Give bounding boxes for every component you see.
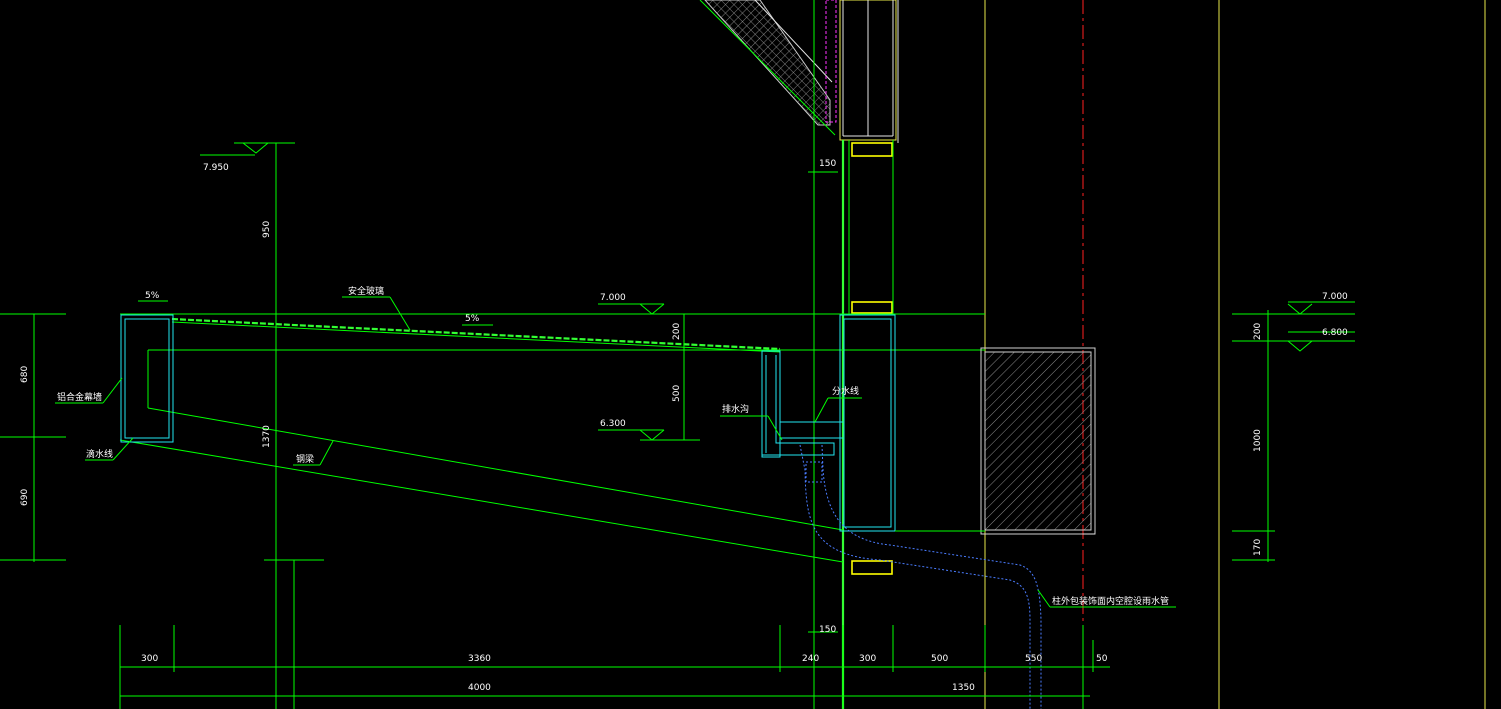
cad-section-drawing: 7.950 7.000 6.300 7.000 6.800 5% 5% 安全玻璃… [0,0,1486,709]
dim-690: 690 [20,489,30,506]
dim-500-b: 500 [931,654,948,664]
elevation-6300-label: 6.300 [600,419,626,429]
slope-label-center: 5% [465,314,480,324]
dim-4000: 4000 [468,683,491,693]
dim-680: 680 [20,366,30,383]
dim-240: 240 [802,654,819,664]
dim-550: 550 [1025,654,1042,664]
dim-1000-right: 1000 [1253,429,1263,452]
dim-200-right: 200 [1253,323,1263,340]
elevation-7000-right-label: 7.000 [1322,292,1348,302]
upper-wall [825,0,899,575]
dim-300-b: 300 [859,654,876,664]
roof-diagonal-hatch [699,0,836,136]
dim-500: 500 [672,385,682,402]
left-dimensions [0,142,700,709]
divide-water-line-label: 分水线 [832,385,859,397]
drain-gutter-label: 排水沟 [722,403,749,415]
drip-line-label: 滴水线 [86,448,113,460]
dim-150-bottom: 150 [819,625,836,635]
elevation-7950-label: 7.950 [203,163,229,173]
safety-glass-label: 安全玻璃 [348,285,384,297]
text-labels: 7.950 7.000 6.300 7.000 6.800 5% 5% 安全玻璃… [57,163,1348,607]
slope-label-left: 5% [145,291,160,301]
dim-1370: 1370 [262,425,272,448]
downpipe-note-label: 柱外包装饰面内空腔设雨水管 [1052,595,1169,607]
dim-170-right: 170 [1253,539,1263,556]
dim-300-a: 300 [141,654,158,664]
dim-150-top: 150 [819,159,836,169]
dim-1350: 1350 [952,683,975,693]
dim-950: 950 [262,221,272,238]
curtain-wall-label: 铝合金幕墙 [57,391,102,403]
dim-3360: 3360 [468,654,491,664]
elevation-6800-label: 6.800 [1322,328,1348,338]
steel-beam-label: 钢梁 [296,453,314,465]
dim-200: 200 [672,323,682,340]
dim-50: 50 [1096,654,1108,664]
right-dimensions [1232,301,1355,562]
elevation-7000-left-label: 7.000 [600,293,626,303]
